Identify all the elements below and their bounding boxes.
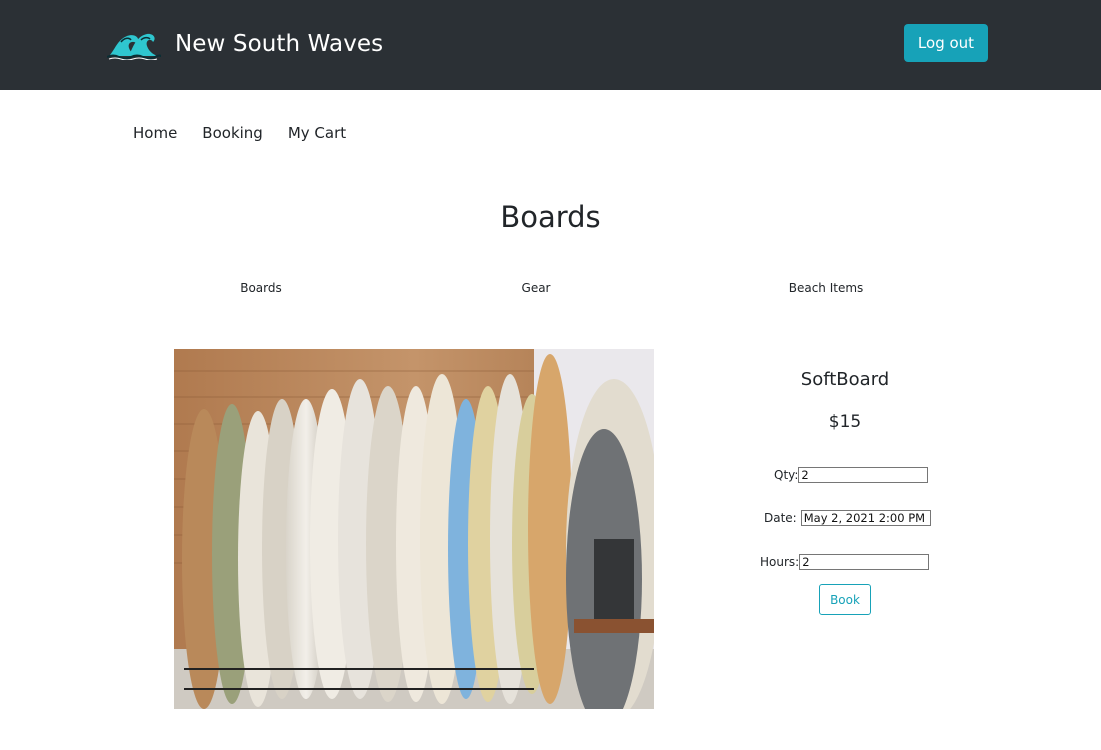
- hours-input[interactable]: [799, 554, 930, 570]
- hours-label: Hours:: [760, 555, 800, 569]
- product-image: [174, 349, 654, 709]
- wave-logo-icon: [107, 33, 161, 60]
- date-row: Date:: [764, 510, 931, 526]
- product-details: SoftBoard $15: [740, 369, 950, 432]
- brand[interactable]: New South Waves: [107, 26, 383, 62]
- top-navbar: New South Waves Log out: [0, 0, 1101, 90]
- category-link-boards[interactable]: Boards: [240, 281, 282, 295]
- date-input[interactable]: [800, 510, 931, 526]
- nav-item-booking[interactable]: Booking: [202, 124, 263, 142]
- qty-row: Qty:: [774, 467, 929, 483]
- qty-input[interactable]: [798, 467, 929, 483]
- page-title: Boards: [500, 200, 601, 234]
- category-link-beach-items[interactable]: Beach Items: [789, 281, 864, 295]
- brand-name: New South Waves: [175, 31, 384, 57]
- nav-item-home[interactable]: Home: [133, 124, 177, 142]
- logout-button[interactable]: Log out: [904, 24, 988, 62]
- qty-label: Qty:: [774, 468, 799, 482]
- date-label: Date:: [764, 511, 797, 525]
- main-nav: Home Booking My Cart: [133, 124, 371, 142]
- product-name: SoftBoard: [800, 369, 890, 390]
- product-price: $15: [828, 412, 862, 432]
- nav-item-my-cart[interactable]: My Cart: [288, 124, 346, 142]
- hours-row: Hours:: [760, 554, 930, 570]
- book-button[interactable]: Book: [819, 584, 871, 615]
- category-link-gear[interactable]: Gear: [522, 281, 551, 295]
- surfboard-rack-photo: [174, 349, 654, 709]
